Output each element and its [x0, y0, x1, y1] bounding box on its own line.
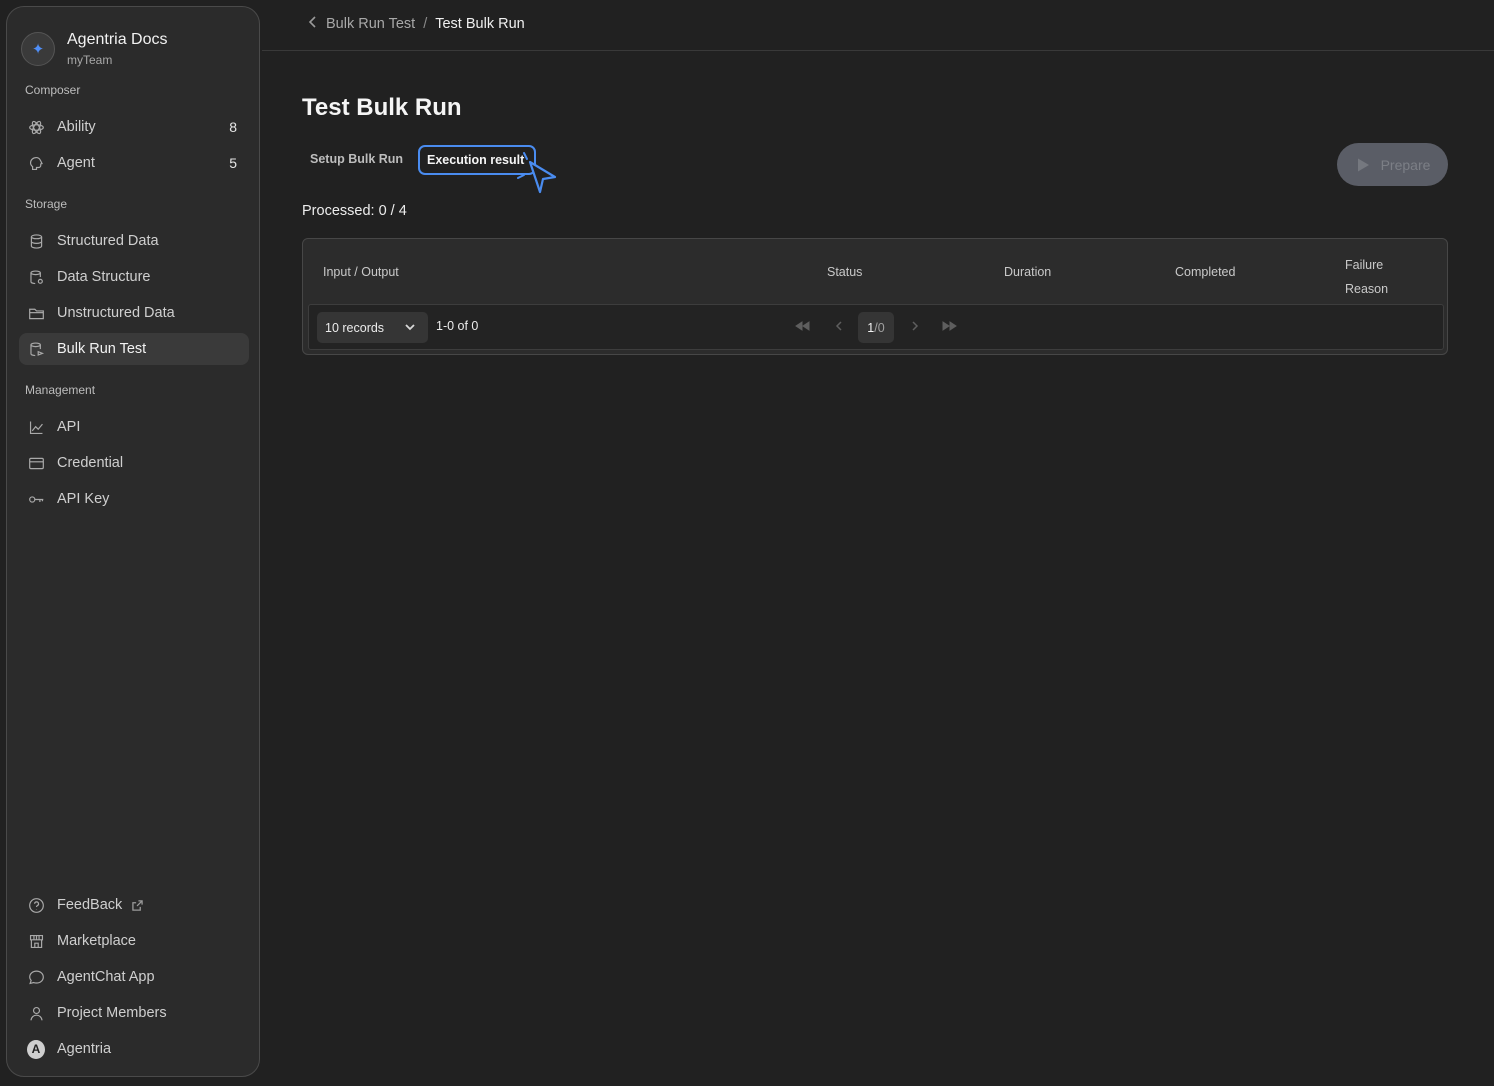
processed-count: Processed: 0 / 4 — [302, 203, 407, 219]
records-per-page-value: 10 records — [325, 320, 385, 335]
sidebar-item-label: Ability — [57, 119, 96, 135]
section-management: Management — [25, 383, 96, 397]
avatar: A — [27, 1039, 45, 1059]
database-settings-icon — [27, 268, 45, 286]
chevron-left-icon[interactable] — [306, 15, 320, 33]
total-pages: /0 — [874, 320, 885, 335]
user-icon — [27, 1004, 45, 1022]
user-name: Agentria — [57, 1041, 112, 1057]
sidebar-item-project-members[interactable]: Project Members — [19, 997, 249, 1029]
sidebar-item-api[interactable]: API — [19, 411, 249, 443]
sidebar-item-structured-data[interactable]: Structured Data — [19, 225, 249, 257]
sidebar-item-feedback[interactable]: FeedBack — [19, 889, 249, 921]
top-bar: Bulk Run Test / Test Bulk Run — [262, 0, 1494, 51]
database-run-icon — [27, 340, 45, 358]
sidebar: ✦ Agentria Docs myTeam Composer Ability … — [6, 6, 260, 1077]
sidebar-item-label: AgentChat App — [57, 969, 155, 985]
records-per-page-select[interactable]: 10 records — [317, 312, 428, 343]
ability-count: 8 — [229, 119, 237, 135]
results-table: Input / Output Status Duration Completed… — [302, 238, 1448, 355]
mouse-pointer-icon — [516, 148, 560, 205]
folder-icon — [27, 304, 45, 322]
sidebar-item-label: API — [57, 419, 81, 435]
sidebar-item-label: API Key — [57, 491, 110, 507]
sidebar-item-ability[interactable]: Ability 8 — [19, 111, 249, 143]
team-name: myTeam — [67, 53, 113, 67]
database-icon — [27, 232, 45, 250]
next-page-icon[interactable] — [907, 319, 923, 333]
pagination-bar: 10 records 1-0 of 0 1/0 — [308, 304, 1444, 350]
column-header-status[interactable]: Status — [827, 265, 862, 279]
external-link-icon — [132, 899, 144, 911]
sidebar-item-data-structure[interactable]: Data Structure — [19, 261, 249, 293]
sidebar-item-unstructured-data[interactable]: Unstructured Data — [19, 297, 249, 329]
sidebar-item-api-key[interactable]: API Key — [19, 483, 249, 515]
sidebar-item-label: Data Structure — [57, 269, 151, 285]
avatar-initial: A — [27, 1039, 45, 1059]
chevron-down-icon — [404, 321, 416, 336]
sidebar-item-label: Project Members — [57, 1005, 167, 1021]
sidebar-item-label: Agent — [57, 155, 95, 171]
page-title: Test Bulk Run — [302, 94, 462, 121]
atom-icon — [27, 118, 45, 136]
chart-line-icon — [27, 418, 45, 436]
section-composer: Composer — [25, 83, 81, 97]
brain-icon — [27, 154, 45, 172]
prepare-label: Prepare — [1380, 156, 1431, 173]
column-header-duration[interactable]: Duration — [1004, 265, 1051, 279]
breadcrumb-parent-link[interactable]: Bulk Run Test — [326, 16, 415, 32]
current-page-indicator[interactable]: 1/0 — [858, 312, 894, 343]
breadcrumb: Bulk Run Test / Test Bulk Run — [306, 15, 525, 33]
column-header-failure-reason[interactable]: Failure Reason — [1345, 253, 1405, 301]
breadcrumb-current: Test Bulk Run — [435, 16, 525, 32]
sidebar-item-label: Marketplace — [57, 933, 136, 949]
sidebar-item-user[interactable]: A Agentria — [19, 1033, 249, 1065]
tab-setup-bulk-run[interactable]: Setup Bulk Run — [310, 152, 403, 166]
sidebar-item-agent[interactable]: Agent 5 — [19, 147, 249, 179]
section-storage: Storage — [25, 197, 68, 211]
key-icon — [27, 490, 45, 508]
sidebar-item-label: Structured Data — [57, 233, 159, 249]
sidebar-item-label: Unstructured Data — [57, 305, 175, 321]
help-circle-icon — [27, 896, 45, 914]
agent-count: 5 — [229, 155, 237, 171]
play-icon — [1357, 158, 1369, 171]
previous-page-icon[interactable] — [831, 319, 847, 333]
breadcrumb-separator: / — [423, 16, 428, 32]
sidebar-item-label: FeedBack — [57, 897, 123, 913]
column-header-completed[interactable]: Completed — [1175, 265, 1235, 279]
column-header-input-output[interactable]: Input / Output — [323, 265, 399, 279]
record-range: 1-0 of 0 — [436, 319, 479, 333]
chat-bubble-icon — [27, 968, 45, 986]
workspace-title: Agentria Docs — [67, 31, 168, 48]
sidebar-item-marketplace[interactable]: Marketplace — [19, 925, 249, 957]
last-page-icon[interactable] — [942, 319, 958, 333]
first-page-icon[interactable] — [794, 319, 810, 333]
sidebar-item-credential[interactable]: Credential — [19, 447, 249, 479]
credit-card-icon — [27, 454, 45, 472]
sparkle-logo-icon: ✦ — [21, 32, 55, 66]
store-icon — [27, 932, 45, 950]
sidebar-item-agentchat-app[interactable]: AgentChat App — [19, 961, 249, 993]
prepare-button[interactable]: Prepare — [1337, 143, 1448, 186]
sidebar-item-bulk-run-test[interactable]: Bulk Run Test — [19, 333, 249, 365]
sidebar-item-label: Bulk Run Test — [57, 341, 147, 357]
workspace-switcher[interactable]: ✦ Agentria Docs myTeam — [21, 31, 168, 67]
current-page: 1 — [867, 320, 875, 335]
sidebar-item-label: Credential — [57, 455, 124, 471]
